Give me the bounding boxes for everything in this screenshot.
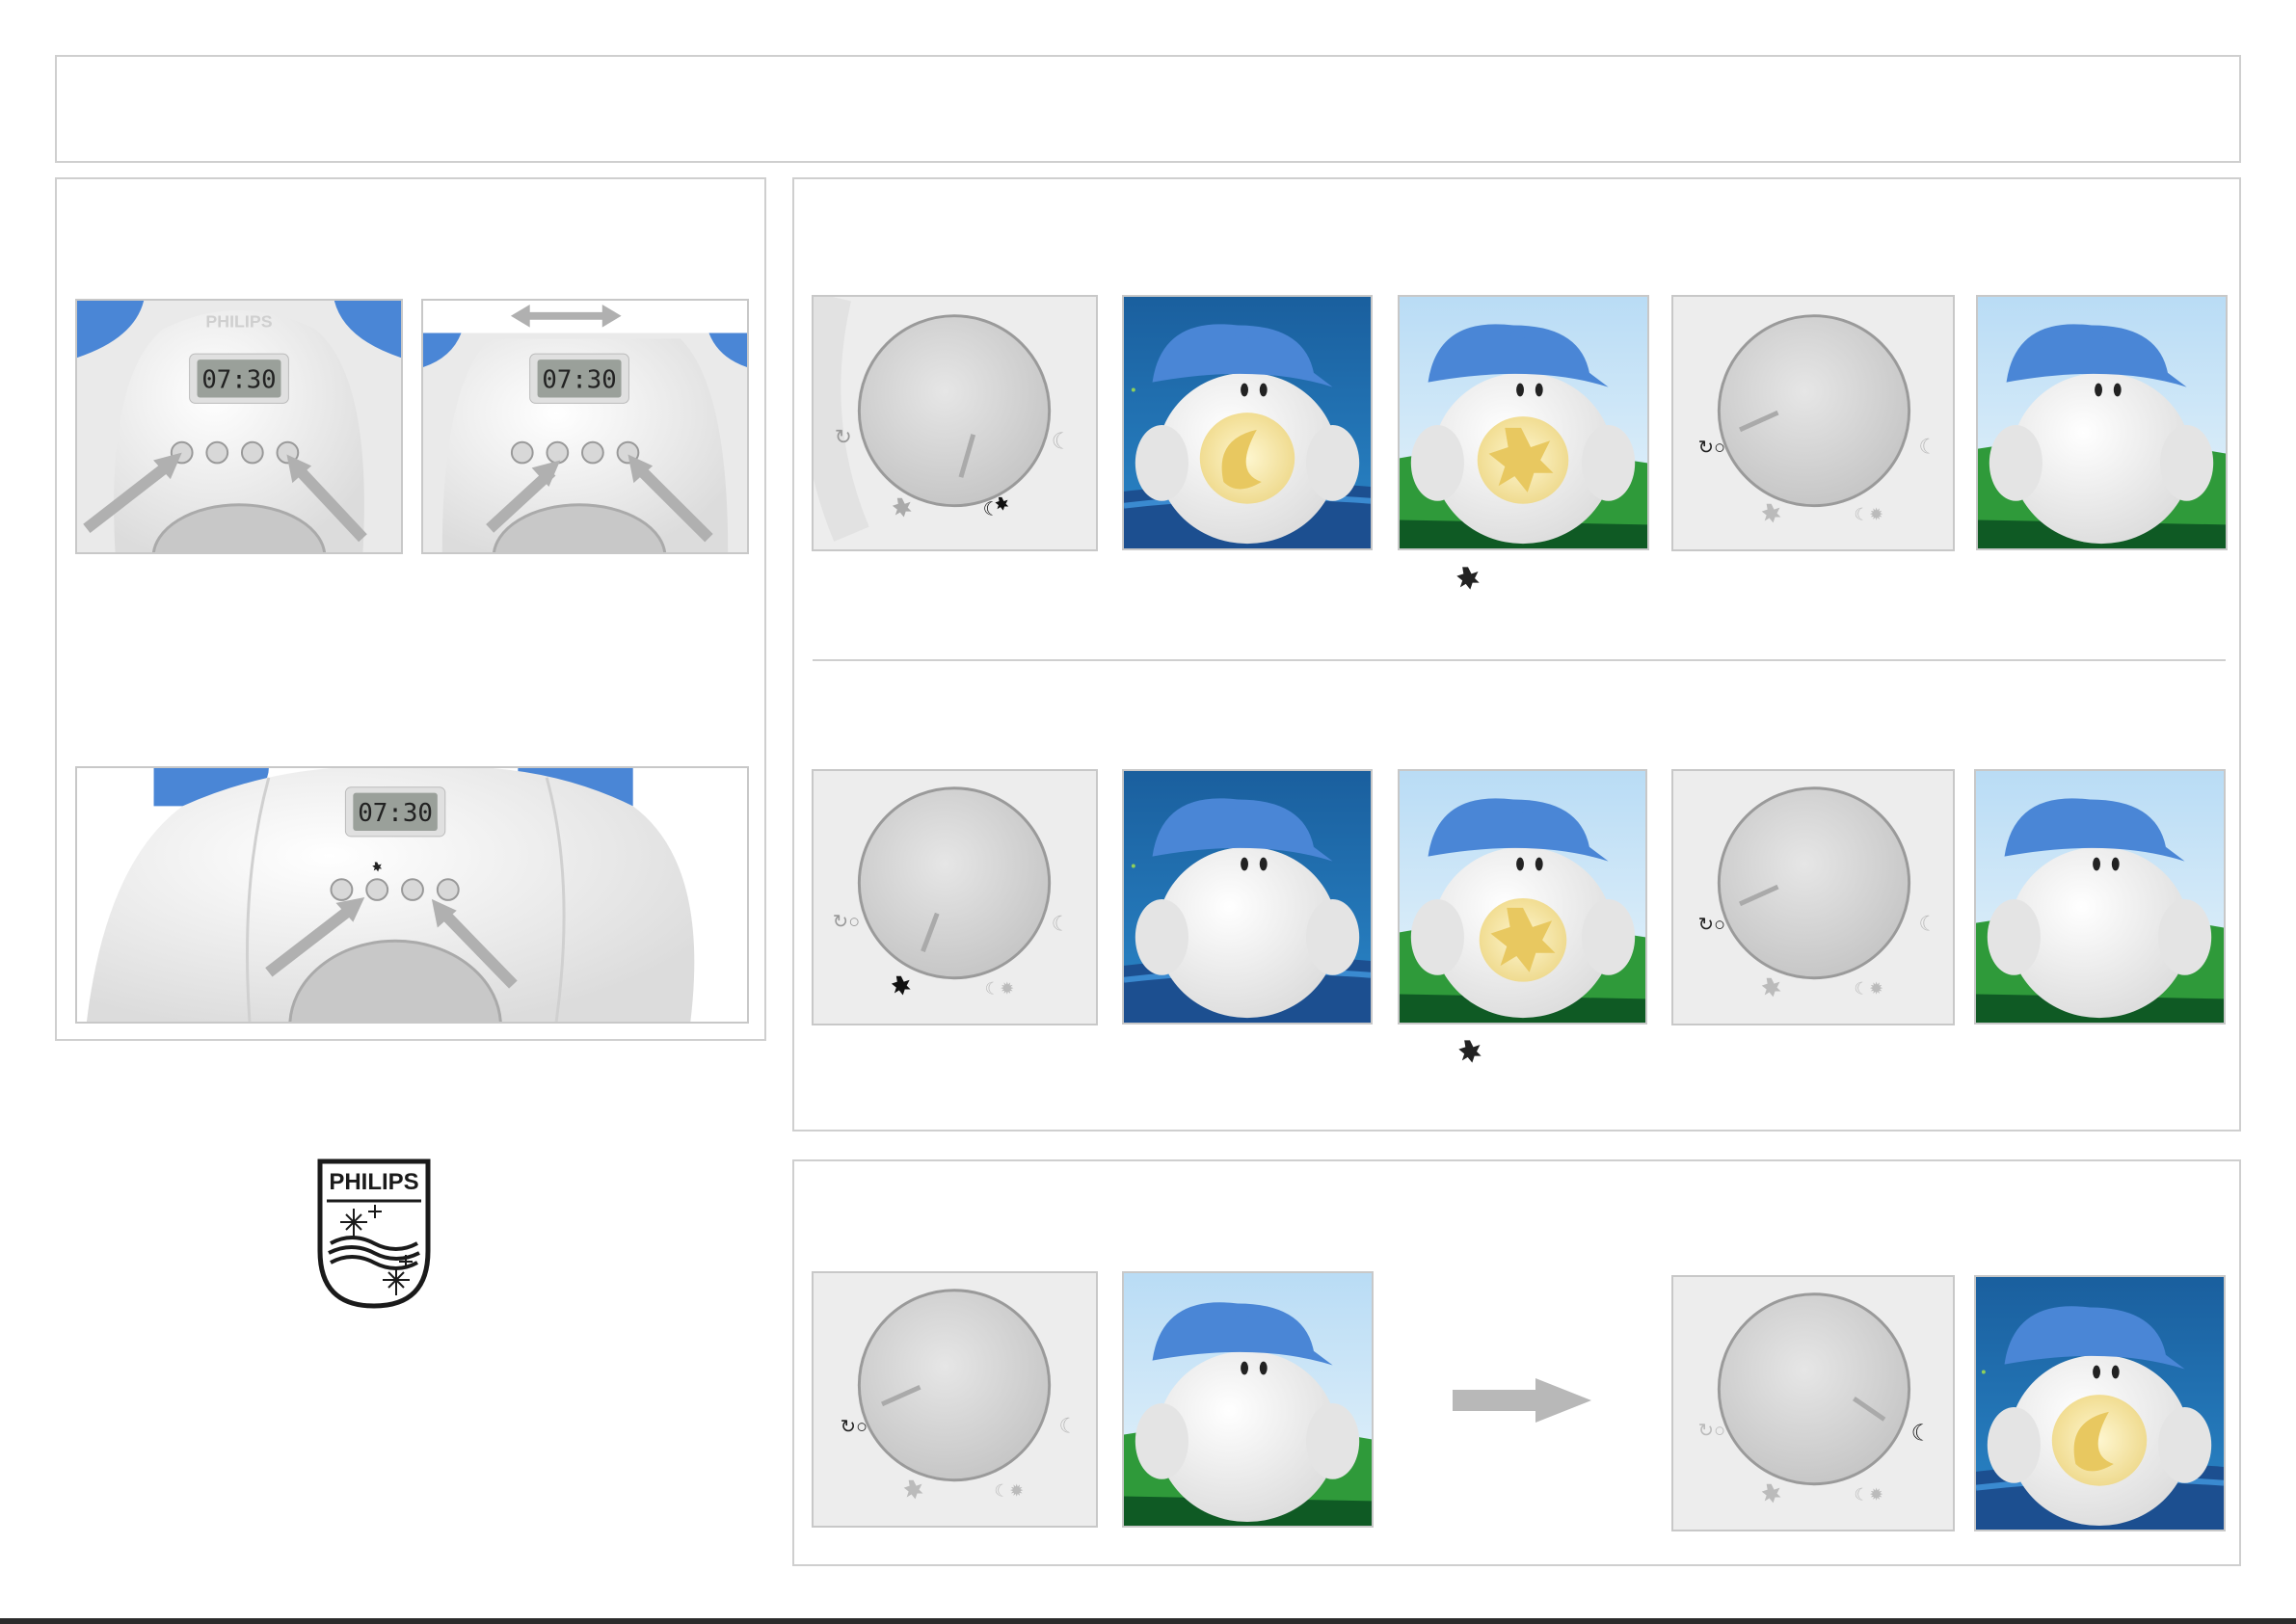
- dial-photo-3: ↻○ ☾✹ ☾: [812, 769, 1098, 1025]
- moon-sun-icon: ☾✹: [1854, 504, 1883, 523]
- moon-icon: ☾: [1911, 1421, 1932, 1446]
- nightlight-photo-2: [1398, 295, 1649, 550]
- timer-off-icon: ↻: [835, 425, 852, 449]
- device-photo-buttons-3: 07:30: [75, 766, 749, 1024]
- lcd-time: 07:30: [542, 366, 616, 395]
- lcd-time: 07:30: [201, 366, 276, 395]
- nightlight-photo-6: [1974, 769, 2226, 1025]
- timer-off-icon: ↻○: [1698, 1420, 1725, 1441]
- nightlight-photo-5: [1398, 769, 1647, 1025]
- device-brand-text: PHILIPS: [205, 312, 272, 332]
- moon-icon: ☾: [1059, 1413, 1078, 1437]
- logo-brand-text: PHILIPS: [329, 1169, 418, 1195]
- device-photo-buttons-1: PHILIPS 07:30: [75, 299, 403, 554]
- bottom-bar: [0, 1618, 2296, 1624]
- moon-icon: ☾: [1918, 911, 1936, 935]
- moon-icon: ☾: [1918, 435, 1936, 459]
- timer-off-icon: ↻○: [833, 912, 860, 933]
- dial-photo-2: ↻○ ☾✹ ☾: [1671, 295, 1955, 551]
- moon-icon: ☾: [1052, 430, 1072, 455]
- device-photo-buttons-2: 07:30: [421, 299, 749, 554]
- timer-off-icon: ↻○: [1698, 438, 1725, 459]
- timer-off-icon: ↻○: [841, 1416, 868, 1437]
- dial-photo-5: ↻○ ☾✹ ☾: [812, 1271, 1098, 1528]
- moon-sun-icon: ☾✹: [985, 978, 1015, 998]
- moon-sun-icon: ☾✹: [994, 1480, 1024, 1500]
- nightlight-photo-3: [1976, 295, 2228, 550]
- nightlight-photo-4: [1122, 769, 1373, 1025]
- moon-sun-icon: ☾✹: [1854, 1484, 1883, 1504]
- panel-divider: [813, 659, 2226, 661]
- moon-sun-icon: ☾✹: [1854, 978, 1883, 998]
- dial-photo-4: ↻○ ☾✹ ☾: [1671, 769, 1955, 1025]
- moon-icon: ☾: [1052, 911, 1070, 935]
- nightlight-photo-1: [1122, 295, 1373, 550]
- sun-icon-caption-2: [1456, 1038, 1483, 1065]
- timer-off-icon: ↻○: [1698, 914, 1725, 935]
- dial-photo-1: ↻ ☾ ☾: [812, 295, 1098, 551]
- nightlight-photo-7: [1122, 1271, 1374, 1528]
- nightlight-photo-8: [1974, 1275, 2226, 1531]
- header-frame: [55, 55, 2241, 163]
- sun-icon-caption-1: [1455, 565, 1482, 592]
- dial-photo-6: ↻○ ☾✹ ☾: [1671, 1275, 1955, 1531]
- philips-logo: PHILIPS: [317, 1158, 431, 1309]
- arrow-right-icon: [1451, 1376, 1593, 1424]
- lcd-time: 07:30: [358, 799, 433, 828]
